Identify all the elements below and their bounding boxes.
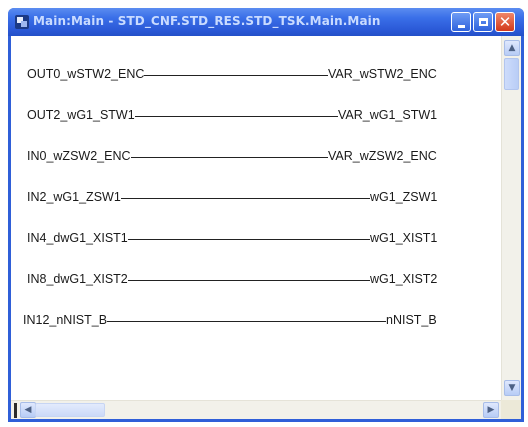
scroll-up-button[interactable]: ▲ xyxy=(504,40,520,56)
connection-line[interactable] xyxy=(144,75,328,76)
editor-window: Main:Main - STD_CNF.STD_RES.STD_TSK.Main… xyxy=(8,8,524,422)
input-variable-label[interactable]: OUT2_wG1_STW1 xyxy=(27,108,135,122)
output-variable-label[interactable]: wG1_XIST2 xyxy=(370,272,437,286)
scroll-down-button[interactable]: ▼ xyxy=(504,380,520,396)
close-button[interactable]: ✕ xyxy=(495,12,515,32)
output-variable-label[interactable]: nNIST_B xyxy=(386,313,437,327)
chevron-down-icon: ▼ xyxy=(508,382,516,393)
vertical-scroll-thumb[interactable] xyxy=(504,58,519,90)
connection-line[interactable] xyxy=(131,157,328,158)
input-variable-label[interactable]: OUT0_wSTW2_ENC xyxy=(27,67,144,81)
output-variable-label[interactable]: VAR_wZSW2_ENC xyxy=(328,149,437,163)
chevron-left-icon: ◀ xyxy=(24,404,32,415)
close-icon: ✕ xyxy=(498,12,512,31)
minimize-button[interactable] xyxy=(451,12,471,32)
scroll-right-button[interactable]: ▶ xyxy=(483,402,499,418)
window-title: Main:Main - STD_CNF.STD_RES.STD_TSK.Main… xyxy=(33,14,381,28)
input-variable-label[interactable]: IN4_dwG1_XIST1 xyxy=(27,231,128,245)
connection-line[interactable] xyxy=(128,280,370,281)
connection-line[interactable] xyxy=(128,239,370,240)
vertical-scrollbar[interactable]: ▲ ▼ xyxy=(501,36,521,400)
client-area: OUT0_wSTW2_ENC VAR_wSTW2_ENC OUT2_wG1_STW1… xyxy=(11,36,521,419)
title-bar[interactable]: Main:Main - STD_CNF.STD_RES.STD_TSK.Main… xyxy=(8,8,524,36)
horizontal-scroll-thumb[interactable] xyxy=(35,403,105,417)
horizontal-scrollbar[interactable]: ◀ ▶ xyxy=(11,400,501,419)
vertical-split-handle[interactable] xyxy=(14,403,17,418)
output-variable-label[interactable]: VAR_wG1_STW1 xyxy=(338,108,437,122)
output-variable-label[interactable]: wG1_XIST1 xyxy=(370,231,437,245)
input-variable-label[interactable]: IN12_nNIST_B xyxy=(23,313,107,327)
connection-line[interactable] xyxy=(107,321,386,322)
minimize-icon xyxy=(457,24,465,28)
chevron-up-icon: ▲ xyxy=(508,42,516,53)
chevron-right-icon: ▶ xyxy=(487,404,495,415)
input-variable-label[interactable]: IN2_wG1_ZSW1 xyxy=(27,190,121,204)
maximize-icon xyxy=(478,18,488,26)
connection-canvas[interactable]: OUT0_wSTW2_ENC VAR_wSTW2_ENC OUT2_wG1_STW1… xyxy=(11,36,501,400)
app-icon xyxy=(15,15,29,29)
input-variable-label[interactable]: IN8_dwG1_XIST2 xyxy=(27,272,128,286)
output-variable-label[interactable]: wG1_ZSW1 xyxy=(370,190,437,204)
input-variable-label[interactable]: IN0_wZSW2_ENC xyxy=(27,149,131,163)
size-grip[interactable] xyxy=(501,400,521,419)
maximize-button[interactable] xyxy=(473,12,493,32)
scroll-left-button[interactable]: ◀ xyxy=(20,402,36,418)
output-variable-label[interactable]: VAR_wSTW2_ENC xyxy=(328,67,437,81)
connection-line[interactable] xyxy=(135,116,338,117)
connection-line[interactable] xyxy=(121,198,370,199)
